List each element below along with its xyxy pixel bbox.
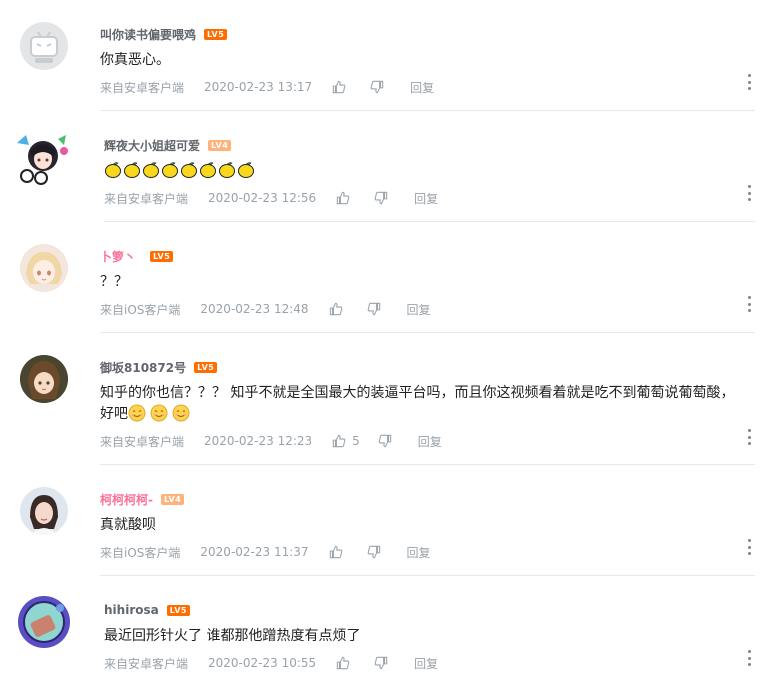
comment-item: 辉夜大小姐超可爱 LV4 来自安卓客户端 2020-02-23 12:56 回复	[0, 111, 771, 222]
comment-source: 来自安卓客户端	[100, 434, 185, 449]
comment-list: 叫你读书偏要喂鸡 LV5 你真恶心。 来自安卓客户端 2020-02-23 13…	[0, 0, 771, 686]
comment-text: 真就酸呗	[100, 517, 156, 533]
avatar[interactable]	[20, 487, 68, 535]
emoji-group	[128, 404, 194, 422]
reply-button[interactable]: 回复	[407, 544, 431, 561]
comment-item: 柯柯柯柯- LV4 真就酸呗 来自iOS客户端 2020-02-23 11:37…	[0, 465, 771, 576]
lemon-emoji-icon	[181, 162, 197, 178]
comment-content: 叫你读书偏要喂鸡 LV5 你真恶心。 来自安卓客户端 2020-02-23 13…	[100, 0, 755, 111]
level-badge: LV5	[166, 604, 190, 616]
comment-time: 2020-02-23 12:56	[208, 191, 317, 205]
dislike-icon[interactable]	[367, 302, 381, 316]
photo-girl-avatar-icon	[20, 487, 68, 535]
level-badge: LV5	[150, 250, 174, 262]
comment-content: 柯柯柯柯- LV4 真就酸呗 来自iOS客户端 2020-02-23 11:37…	[100, 465, 755, 576]
comment-item: hihirosa LV5 最近回形针火了 谁都那他蹭热度有点烦了 来自安卓客户端…	[0, 576, 771, 686]
comment-content: hihirosa LV5 最近回形针火了 谁都那他蹭热度有点烦了 来自安卓客户端…	[104, 576, 755, 686]
reply-button[interactable]: 回复	[414, 655, 438, 672]
level-badge: LV5	[204, 28, 228, 40]
username[interactable]: 叫你读书偏要喂鸡	[100, 26, 196, 43]
like-icon[interactable]	[336, 656, 350, 670]
smile-emoji-icon	[172, 404, 190, 422]
comment-time: 2020-02-23 10:55	[208, 656, 317, 670]
lemon-emoji-icon	[143, 162, 159, 178]
username[interactable]: 卜箩丶	[100, 248, 136, 265]
dislike-icon[interactable]	[370, 80, 384, 94]
lemon-emoji-icon	[219, 162, 235, 178]
comment-text: 最近回形针火了 谁都那他蹭热度有点烦了	[104, 628, 361, 644]
reply-button[interactable]: 回复	[407, 301, 431, 318]
anime-girl-avatar-icon	[17, 135, 68, 185]
comment-source: 来自安卓客户端	[104, 656, 189, 671]
comment-content: 卜箩丶 LV5 ？？ 来自iOS客户端 2020-02-23 12:48 回复	[100, 222, 755, 333]
comment-text-body: 知乎的你也信？？？ 知乎不就是全国最大的装逼平台吗，而且你这视频看着就是吃不到葡…	[100, 385, 735, 422]
comment-text: 知乎的你也信？？？ 知乎不就是全国最大的装逼平台吗，而且你这视频看着就是吃不到葡…	[100, 383, 755, 425]
globe-avatar-icon	[18, 596, 70, 648]
brown-hair-avatar-icon	[20, 355, 68, 403]
comment-item: 卜箩丶 LV5 ？？ 来自iOS客户端 2020-02-23 12:48 回复	[0, 222, 771, 333]
comment-source: 来自iOS客户端	[100, 302, 181, 317]
reply-button[interactable]: 回复	[410, 79, 434, 96]
dislike-icon[interactable]	[374, 656, 388, 670]
more-options-icon[interactable]	[747, 539, 751, 555]
lemon-emoji-icon	[124, 162, 140, 178]
comment-content: 辉夜大小姐超可爱 LV4 来自安卓客户端 2020-02-23 12:56 回复	[104, 111, 755, 222]
level-badge: LV4	[208, 139, 232, 151]
comment-time: 2020-02-23 13:17	[204, 80, 313, 94]
comment-content: 御坂810872号 LV5 知乎的你也信？？？ 知乎不就是全国最大的装逼平台吗，…	[100, 333, 755, 465]
blonde-girl-avatar-icon	[20, 244, 68, 292]
like-count: 5	[352, 434, 360, 448]
more-options-icon[interactable]	[747, 74, 751, 90]
comment-emoji-row	[104, 161, 755, 182]
like-icon[interactable]	[332, 80, 346, 94]
more-options-icon[interactable]	[747, 429, 751, 445]
dislike-icon[interactable]	[367, 545, 381, 559]
avatar[interactable]	[16, 594, 72, 650]
comment-text: 你真恶心。	[100, 52, 170, 68]
lemon-emoji-icon	[200, 162, 216, 178]
username[interactable]: 御坂810872号	[100, 359, 186, 376]
avatar[interactable]	[20, 355, 68, 403]
like-icon[interactable]	[336, 191, 350, 205]
comment-text: ？？	[100, 274, 128, 290]
like-icon[interactable]	[329, 545, 343, 559]
comment-time: 2020-02-23 12:48	[200, 302, 309, 316]
username[interactable]: 柯柯柯柯-	[100, 491, 153, 508]
avatar[interactable]	[20, 22, 68, 70]
dislike-icon[interactable]	[374, 191, 388, 205]
username[interactable]: 辉夜大小姐超可爱	[104, 137, 200, 154]
level-badge: LV5	[194, 361, 218, 373]
like-icon[interactable]	[332, 434, 346, 448]
avatar[interactable]	[20, 244, 68, 292]
reply-button[interactable]: 回复	[414, 190, 438, 207]
more-options-icon[interactable]	[747, 296, 751, 312]
comment-source: 来自安卓客户端	[100, 80, 185, 95]
comment-item: 御坂810872号 LV5 知乎的你也信？？？ 知乎不就是全国最大的装逼平台吗，…	[0, 333, 771, 465]
lemon-emoji-icon	[238, 162, 254, 178]
reply-button[interactable]: 回复	[418, 433, 442, 450]
comment-time: 2020-02-23 11:37	[200, 545, 309, 559]
comment-source: 来自iOS客户端	[100, 545, 181, 560]
lemon-emoji-icon	[162, 162, 178, 178]
like-icon[interactable]	[329, 302, 343, 316]
avatar[interactable]	[14, 129, 72, 187]
dislike-icon[interactable]	[378, 434, 392, 448]
lemon-emoji-icon	[105, 162, 121, 178]
comment-item: 叫你读书偏要喂鸡 LV5 你真恶心。 来自安卓客户端 2020-02-23 13…	[0, 0, 771, 111]
more-options-icon[interactable]	[747, 650, 751, 666]
level-badge: LV4	[160, 493, 185, 505]
username[interactable]: hihirosa	[104, 603, 159, 617]
tv-avatar-icon	[30, 31, 58, 63]
smile-emoji-icon	[128, 404, 146, 422]
more-options-icon[interactable]	[747, 185, 751, 201]
comment-source: 来自安卓客户端	[104, 191, 189, 206]
comment-time: 2020-02-23 12:23	[204, 434, 313, 448]
smile-emoji-icon	[150, 404, 168, 422]
